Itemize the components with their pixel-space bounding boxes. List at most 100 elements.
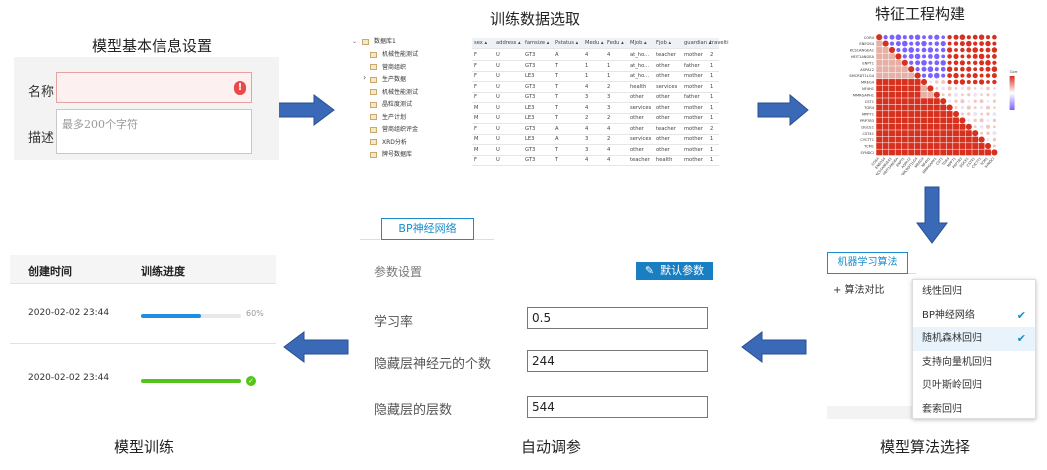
- heatmap-cell: [992, 41, 997, 46]
- table-cell: 2: [585, 115, 589, 121]
- heatmap-cell: [928, 54, 933, 59]
- table-cell: mother: [684, 146, 703, 153]
- heatmap-cell: [876, 149, 883, 156]
- table-cell: 3: [585, 136, 589, 142]
- heatmap-cell: [901, 143, 908, 149]
- table-cell: T: [555, 83, 559, 90]
- heatmap-cell: [992, 92, 997, 97]
- column-header[interactable]: address ▴: [496, 38, 521, 49]
- heatmap-cell: [991, 66, 998, 72]
- heatmap-cell: [972, 73, 978, 79]
- heatmap-cell: [902, 54, 907, 59]
- heatmap-cell: [959, 130, 966, 137]
- heatmap-cell: [954, 99, 958, 103]
- heatmap-cell: [986, 131, 990, 135]
- heatmap-cell: [921, 59, 927, 66]
- column-header[interactable]: Medu ▴: [585, 38, 604, 49]
- tree-root[interactable]: 数据库1: [374, 38, 396, 45]
- name-field[interactable]: !: [56, 72, 252, 103]
- desc-field[interactable]: 最多200个字符: [56, 109, 252, 154]
- heatmap-cell: [895, 66, 902, 73]
- table-cell: 3: [585, 146, 589, 153]
- algorithm-option[interactable]: 支持向量机回归: [913, 351, 1035, 375]
- training-time: 2020-02-02 23:44: [28, 373, 110, 383]
- table-cell: A: [555, 52, 559, 58]
- table-icon: [370, 51, 377, 58]
- tree-item[interactable]: 晶粒度测试: [370, 100, 412, 110]
- default-params-button[interactable]: ✎ 默认参数: [636, 262, 713, 280]
- tree-item[interactable]: 生产数据: [370, 75, 406, 85]
- tree-item[interactable]: 牌号数据库: [370, 150, 412, 160]
- column-header[interactable]: Mjob ▴: [630, 38, 647, 49]
- tree-item[interactable]: 营商组织: [370, 63, 406, 73]
- heatmap-row-label: ENPT1: [862, 61, 874, 65]
- heatmap-cell: [914, 53, 921, 60]
- heatmap-cell: [985, 35, 991, 40]
- algorithm-option[interactable]: 贝叶斯岭回归: [913, 374, 1035, 398]
- heatmap-cell: [882, 111, 889, 117]
- tree-item[interactable]: 营商组织评金: [370, 125, 418, 135]
- table-icon: [370, 126, 377, 133]
- auto-tune-title: 自动调参: [521, 438, 582, 456]
- table-row: F U LE3 T 1 1 at_ho... other mother 1: [472, 71, 719, 82]
- algorithm-option[interactable]: 随机森林回归 ✔: [913, 327, 1035, 351]
- heatmap-cell: [883, 35, 888, 40]
- heatmap-cell: [947, 86, 952, 91]
- heatmap-cell: [901, 59, 908, 66]
- complete-check-icon: ✓: [246, 376, 256, 386]
- heatmap-cell: [946, 123, 953, 130]
- table-cell: father: [684, 94, 700, 100]
- table-header-row: sex ▴ address ▴ famsize ▴ Pstatus ▴ Medu ▴ Fe…: [472, 38, 729, 49]
- algorithm-option[interactable]: BP神经网络 ✔: [913, 304, 1035, 328]
- heatmap-cell: [940, 130, 947, 137]
- tab-bp-network[interactable]: BP神经网络: [381, 218, 474, 240]
- tab-machine-learning[interactable]: 机器学习算法: [827, 252, 908, 274]
- heatmap-cell: [973, 118, 977, 123]
- column-header[interactable]: famsize ▴: [525, 38, 549, 49]
- heatmap-cell: [914, 117, 921, 124]
- hidden-layers-input[interactable]: 544: [527, 396, 708, 418]
- heatmap-row-label: CST41: [862, 132, 874, 136]
- tree-item[interactable]: 机械性能测试: [370, 50, 418, 60]
- tree-item[interactable]: 机械性能测试: [370, 88, 418, 98]
- data-table: sex ▴ address ▴ famsize ▴ Pstatus ▴ Medu ▴ Fe…: [472, 38, 729, 166]
- heatmap-cell: [933, 111, 940, 117]
- heatmap-cell: [908, 53, 914, 59]
- heatmap-cell: [896, 47, 901, 53]
- heatmap-row-label: SMCRDT1LG4: [849, 74, 874, 78]
- heatmap-cell: [933, 98, 940, 105]
- column-header[interactable]: travelti: [710, 38, 729, 49]
- heatmap-cell: [876, 91, 883, 98]
- heatmap-cell: [972, 79, 978, 85]
- table-row: M U LE3 T 2 2 other other mother 1: [472, 113, 719, 124]
- table-cell: T: [555, 146, 559, 153]
- table-cell: 4: [585, 157, 589, 163]
- algorithm-option[interactable]: 套索回归: [913, 398, 1035, 422]
- expand-icon[interactable]: ›: [363, 73, 366, 82]
- tree-item-label: 机械性能测试: [382, 88, 419, 96]
- column-header[interactable]: Fedu ▴: [607, 38, 624, 49]
- heatmap-cell: [901, 40, 908, 47]
- algorithm-compare-button[interactable]: + 算法对比: [833, 281, 885, 296]
- arrow-left-1-icon: [741, 331, 807, 363]
- column-header[interactable]: sex ▴: [474, 38, 487, 49]
- heatmap-cell: [952, 110, 960, 118]
- heatmap-cell: [973, 106, 977, 109]
- learning-rate-input[interactable]: 0.5: [527, 307, 708, 329]
- algorithm-option[interactable]: 线性回归: [913, 280, 1035, 304]
- heatmap-cell: [914, 136, 921, 143]
- heatmap-cell: [978, 53, 985, 60]
- column-header[interactable]: Pstatus ▴: [555, 38, 578, 49]
- table-cell: 4: [585, 104, 589, 111]
- table-cell: 4: [585, 52, 589, 58]
- collapse-icon[interactable]: ⌄: [352, 38, 357, 45]
- heatmap-cell: [954, 106, 958, 110]
- tree-item[interactable]: 生产计划: [370, 113, 406, 123]
- hidden-neurons-input[interactable]: 244: [527, 350, 708, 372]
- heatmap-cell: [928, 41, 933, 46]
- column-header[interactable]: Fjob ▴: [656, 38, 671, 49]
- db-icon: [361, 38, 369, 45]
- column-header[interactable]: guardian ▴: [684, 38, 711, 49]
- tree-item[interactable]: XRD分析: [370, 138, 407, 148]
- table-cell: 2: [710, 125, 714, 132]
